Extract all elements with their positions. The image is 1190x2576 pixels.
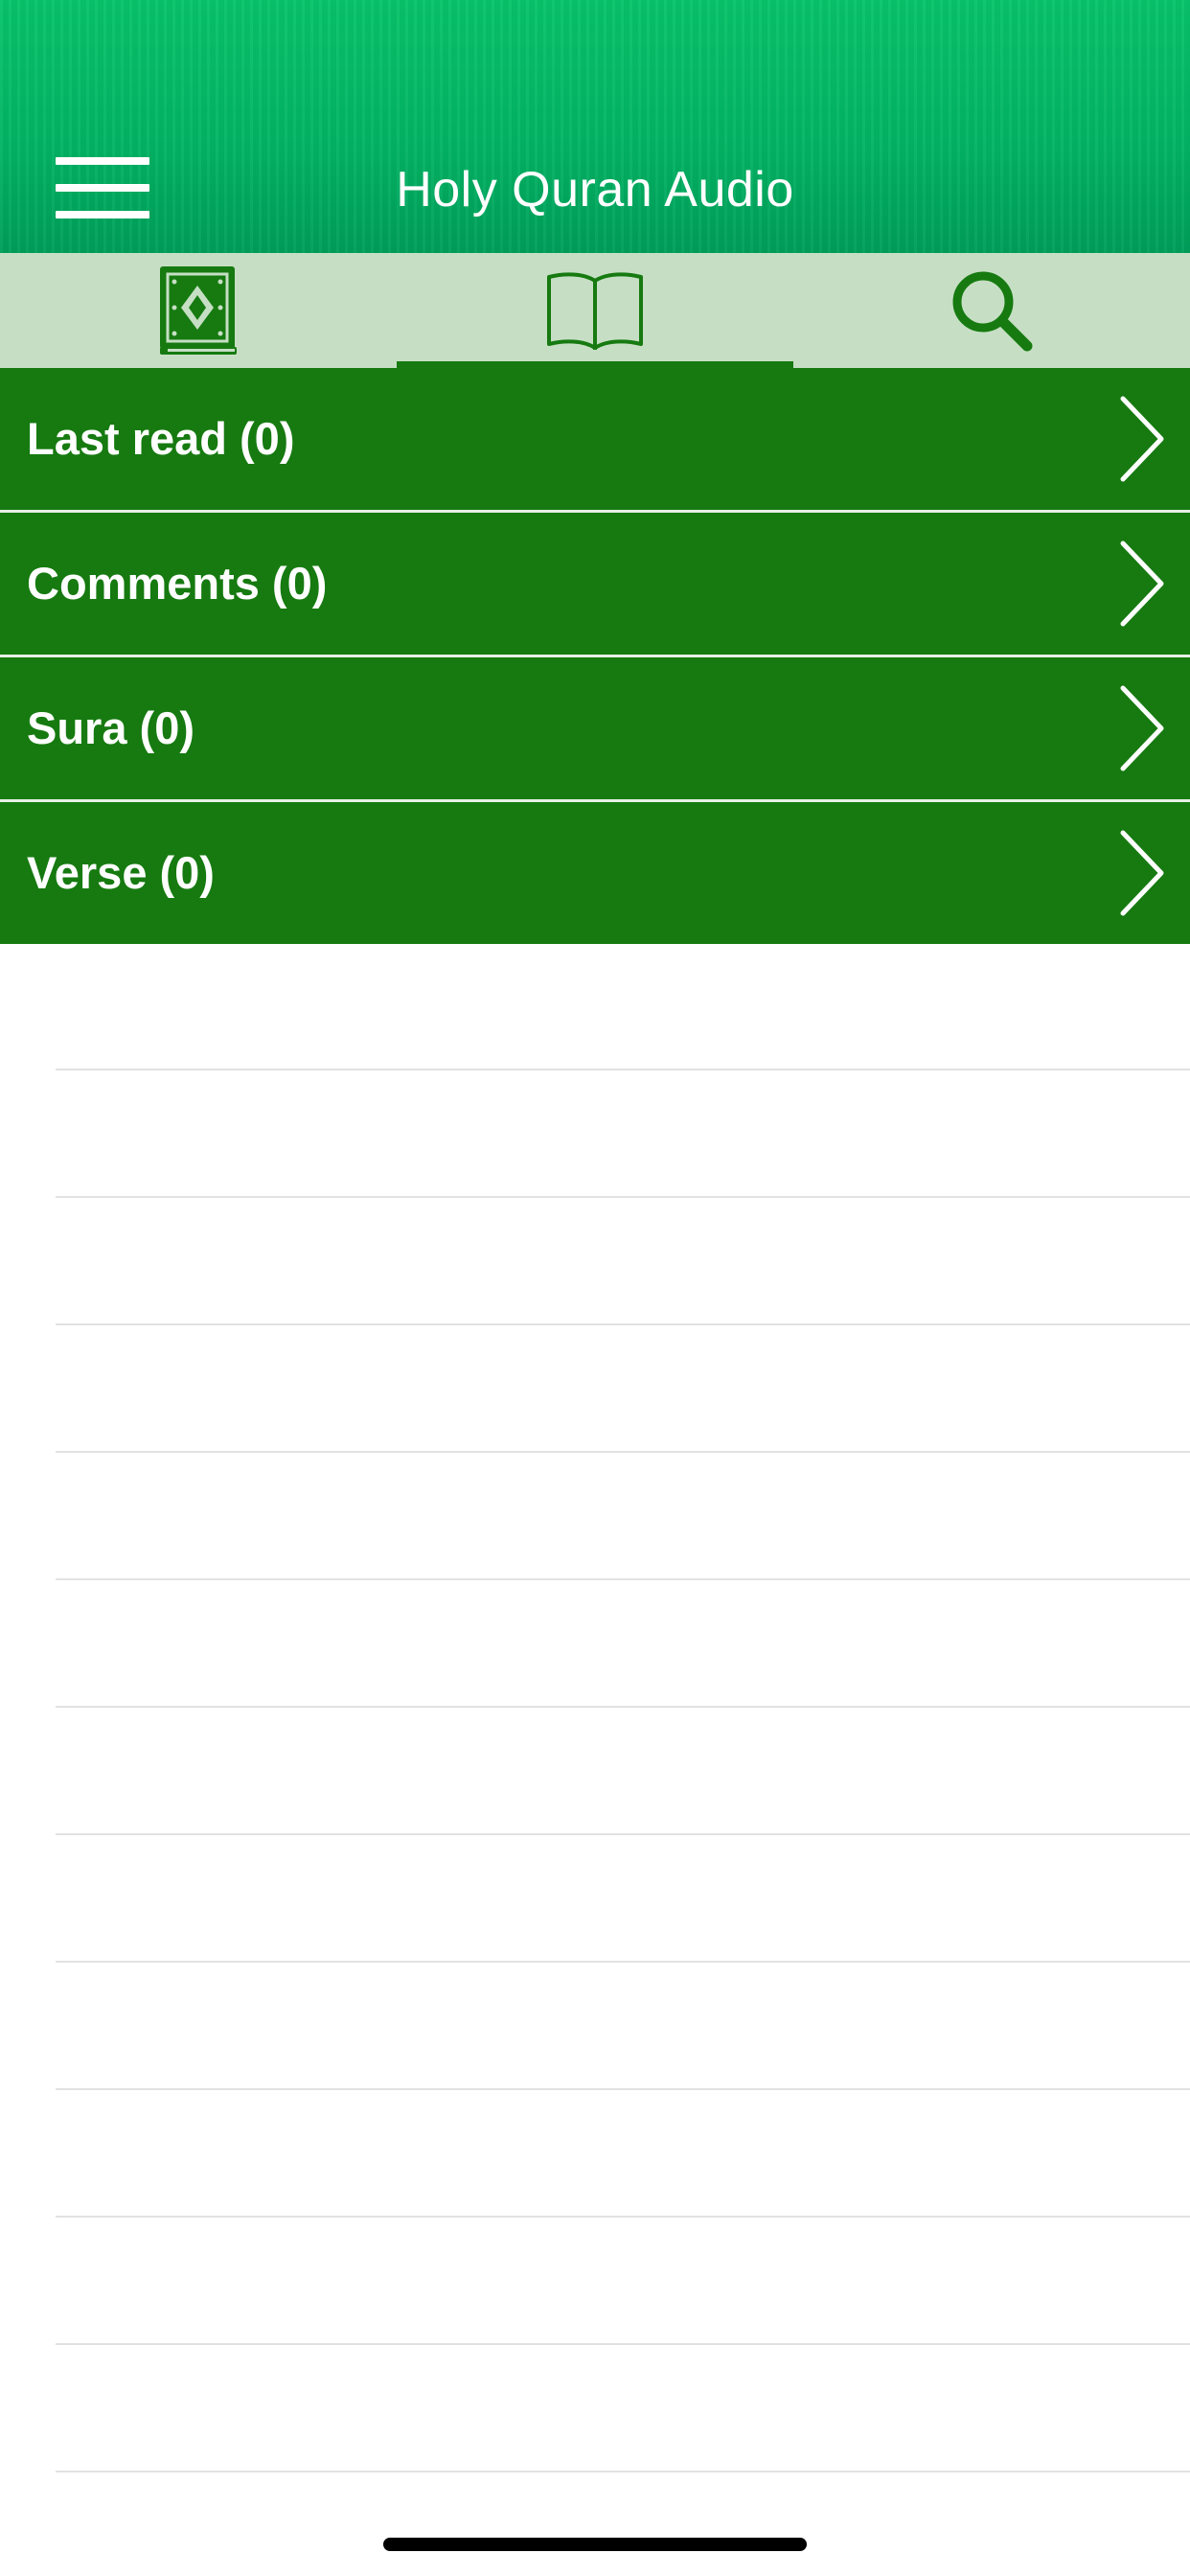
table-separator bbox=[56, 1325, 1190, 1453]
tab-quran-book[interactable] bbox=[0, 253, 397, 368]
table-separator bbox=[56, 1580, 1190, 1708]
empty-table-area bbox=[0, 943, 1190, 2472]
table-separator bbox=[56, 2345, 1190, 2472]
quran-book-icon bbox=[160, 266, 237, 355]
tab-bar bbox=[0, 253, 1190, 368]
chevron-right-icon bbox=[1120, 830, 1164, 916]
row-label: Verse (0) bbox=[27, 847, 215, 898]
row-label: Comments (0) bbox=[27, 558, 328, 609]
app-title: Holy Quran Audio bbox=[396, 162, 794, 218]
table-separator bbox=[56, 1070, 1190, 1198]
table-separator bbox=[56, 1708, 1190, 1835]
table-separator bbox=[56, 2218, 1190, 2345]
table-separator bbox=[56, 1198, 1190, 1325]
row-label: Sura (0) bbox=[27, 702, 195, 753]
row-verse[interactable]: Verse (0) bbox=[0, 802, 1190, 944]
table-separator bbox=[56, 1963, 1190, 2090]
table-separator bbox=[56, 2090, 1190, 2218]
row-comments[interactable]: Comments (0) bbox=[0, 513, 1190, 657]
app-header: Holy Quran Audio bbox=[0, 0, 1190, 253]
table-separator bbox=[56, 1835, 1190, 1963]
row-sura[interactable]: Sura (0) bbox=[0, 657, 1190, 802]
tab-search[interactable] bbox=[793, 253, 1190, 368]
table-separator bbox=[56, 943, 1190, 1070]
chevron-right-icon bbox=[1120, 540, 1164, 627]
tab-open-book[interactable] bbox=[397, 253, 793, 368]
table-separator bbox=[56, 1453, 1190, 1580]
row-last-read[interactable]: Last read (0) bbox=[0, 368, 1190, 513]
saved-list: Last read (0) Comments (0) Sura (0) Vers… bbox=[0, 368, 1190, 944]
row-label: Last read (0) bbox=[27, 413, 295, 464]
home-indicator[interactable] bbox=[383, 2538, 807, 2551]
search-icon bbox=[952, 271, 1033, 352]
chevron-right-icon bbox=[1120, 685, 1164, 771]
open-book-icon bbox=[547, 272, 643, 350]
chevron-right-icon bbox=[1120, 396, 1164, 482]
